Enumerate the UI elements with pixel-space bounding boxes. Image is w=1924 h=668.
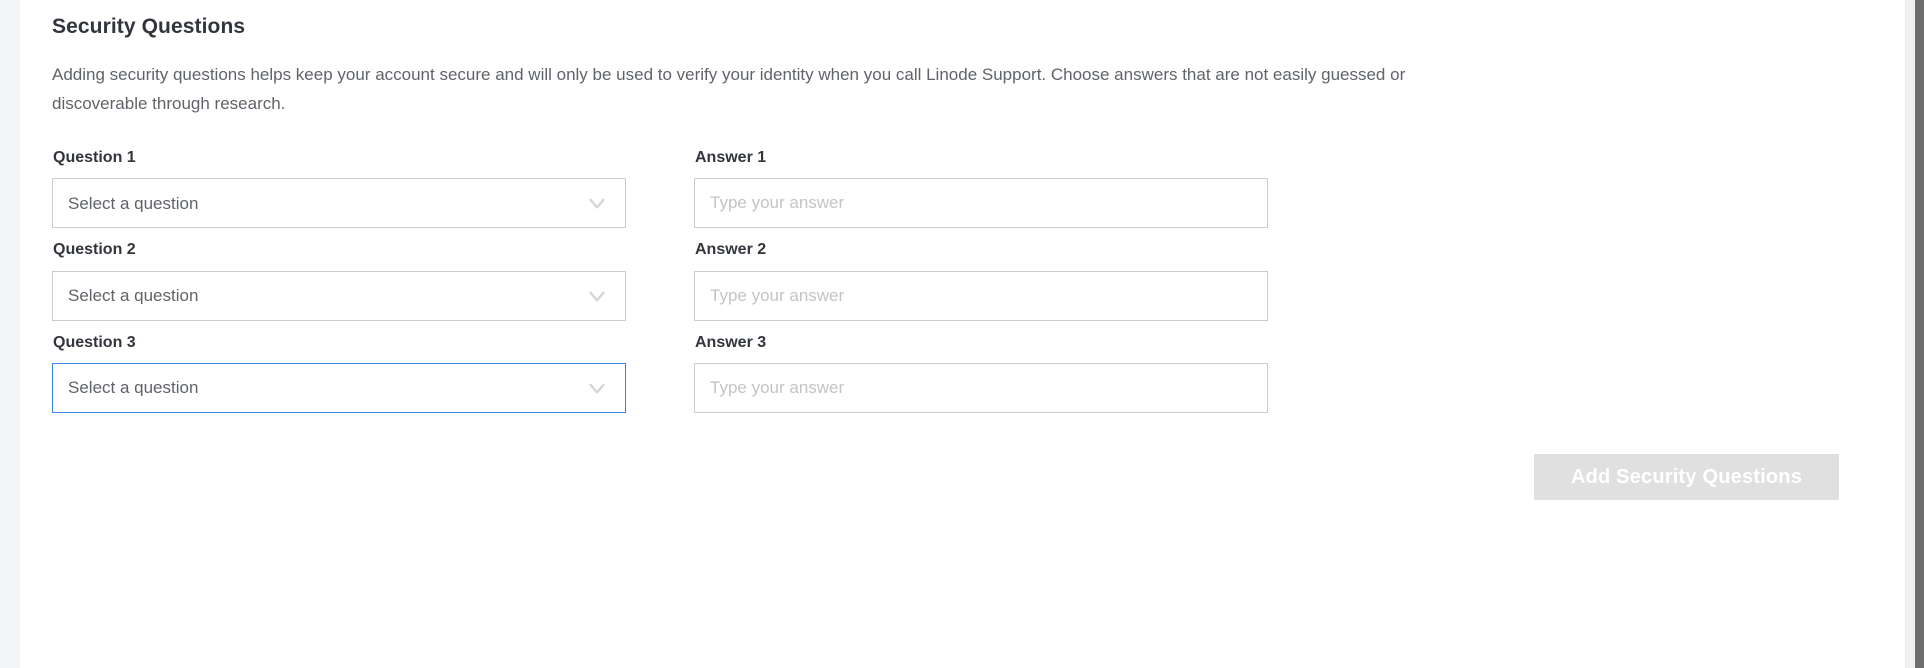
panel-description: Adding security questions helps keep you…	[52, 65, 1406, 113]
page-title: Security Questions	[52, 15, 246, 38]
answer-3-label: Answer 3	[695, 333, 767, 351]
chevron-down-icon	[581, 372, 613, 404]
chevron-down-icon	[581, 280, 613, 312]
scrollbar-thumb[interactable]	[1915, 0, 1924, 668]
question-1-label: Question 1	[53, 149, 136, 167]
question-3-selected-value: Select a question	[68, 379, 199, 397]
answer-3-input[interactable]	[694, 362, 1268, 413]
left-gutter	[0, 0, 20, 668]
vertical-scrollbar[interactable]	[1905, 0, 1924, 668]
answer-2-label: Answer 2	[695, 241, 767, 259]
question-2-selected-value: Select a question	[68, 287, 199, 305]
question-field-3: Question 3 Select a question	[52, 333, 626, 413]
answer-field-2: Answer 2	[694, 240, 1268, 321]
question-row-2: Question 2 Select a question Answer 2	[52, 240, 1892, 321]
add-security-questions-button[interactable]: Add Security Questions	[1534, 453, 1839, 500]
answer-field-1: Answer 1	[694, 148, 1268, 229]
question-1-select[interactable]: Select a question	[52, 178, 626, 229]
answer-2-input[interactable]	[694, 270, 1268, 321]
answer-1-input[interactable]	[694, 178, 1268, 229]
form-actions: Add Security Questions	[52, 425, 1839, 500]
answer-1-label: Answer 1	[695, 149, 767, 167]
question-3-select[interactable]: Select a question	[52, 362, 626, 413]
question-2-select[interactable]: Select a question	[52, 270, 626, 321]
security-questions-card: Security Questions Adding security quest…	[20, 0, 1924, 668]
security-questions-form: Question 1 Select a question Answer 1 Ty…	[52, 148, 1892, 413]
security-questions-page: Security Questions Adding security quest…	[0, 0, 1924, 668]
question-field-1: Question 1 Select a question	[52, 148, 626, 229]
answer-field-3: Answer 3	[694, 333, 1268, 413]
question-3-label: Question 3	[53, 333, 136, 351]
question-2-label: Question 2	[53, 241, 136, 259]
question-row-3: Question 3 Select a question Answer 3	[52, 333, 1892, 413]
chevron-down-icon	[581, 187, 613, 219]
question-field-2: Question 2 Select a question	[52, 240, 626, 321]
question-1-selected-value: Select a question	[68, 194, 199, 212]
question-row-1: Question 1 Select a question Answer 1	[52, 148, 1892, 229]
